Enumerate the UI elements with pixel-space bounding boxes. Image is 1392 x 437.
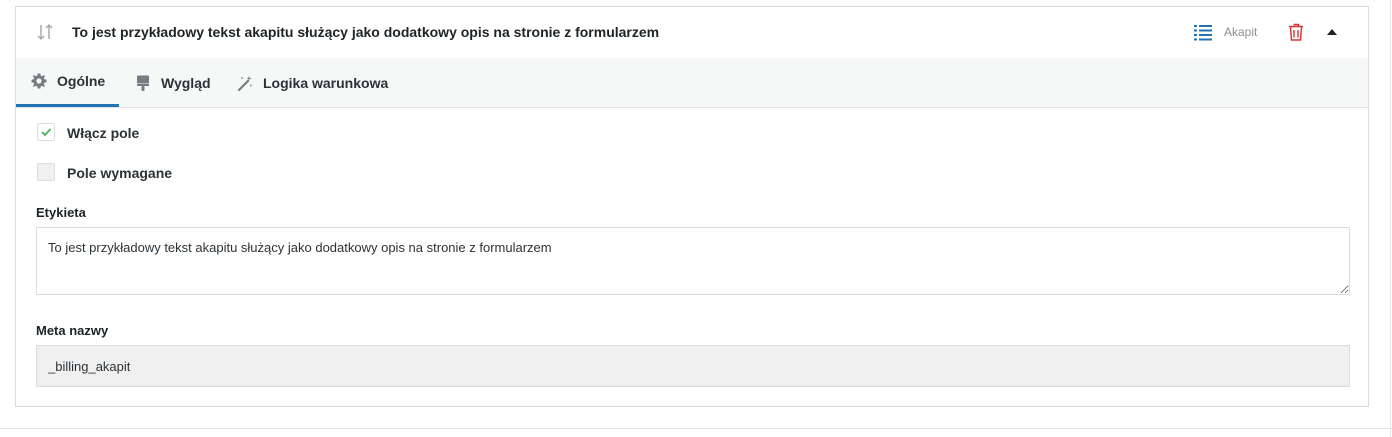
field-type-label: Akapit bbox=[1224, 25, 1258, 39]
tab-logic[interactable]: Logika warunkowa bbox=[237, 58, 388, 107]
field-header[interactable]: To jest przykładowy tekst akapitu służąc… bbox=[16, 7, 1368, 59]
required-field-checkbox[interactable] bbox=[37, 163, 55, 181]
label-textarea[interactable]: To jest przykładowy tekst akapitu służąc… bbox=[36, 227, 1350, 295]
field-title: To jest przykładowy tekst akapitu służąc… bbox=[72, 24, 660, 40]
tab-logic-label: Logika warunkowa bbox=[263, 74, 389, 91]
sort-handle-icon[interactable] bbox=[36, 23, 54, 41]
checkmark-icon bbox=[41, 128, 52, 137]
magic-wand-icon bbox=[237, 75, 253, 91]
list-icon bbox=[1194, 25, 1212, 41]
tab-look[interactable]: Wygląd bbox=[135, 58, 211, 107]
meta-name-input[interactable] bbox=[36, 345, 1350, 387]
page-divider-right bbox=[1390, 0, 1391, 437]
enable-field-label: Włącz pole bbox=[67, 125, 140, 141]
tab-look-label: Wygląd bbox=[161, 74, 211, 91]
field-panel: To jest przykładowy tekst akapitu służąc… bbox=[15, 6, 1369, 407]
gear-icon bbox=[31, 73, 47, 89]
trash-icon[interactable] bbox=[1288, 23, 1304, 41]
brush-icon bbox=[137, 75, 149, 91]
required-field-label: Pole wymagane bbox=[67, 165, 173, 181]
tab-general[interactable]: Ogólne bbox=[16, 58, 119, 107]
label-field-title: Etykieta bbox=[36, 205, 86, 220]
page-divider-bottom bbox=[0, 428, 1392, 429]
field-tabs: Ogólne Wygląd Logika warunkowa bbox=[16, 58, 1368, 108]
tab-general-label: Ogólne bbox=[57, 73, 106, 89]
meta-name-title: Meta nazwy bbox=[36, 323, 109, 338]
enable-field-checkbox[interactable] bbox=[37, 123, 55, 141]
chevron-up-icon[interactable] bbox=[1326, 27, 1338, 37]
